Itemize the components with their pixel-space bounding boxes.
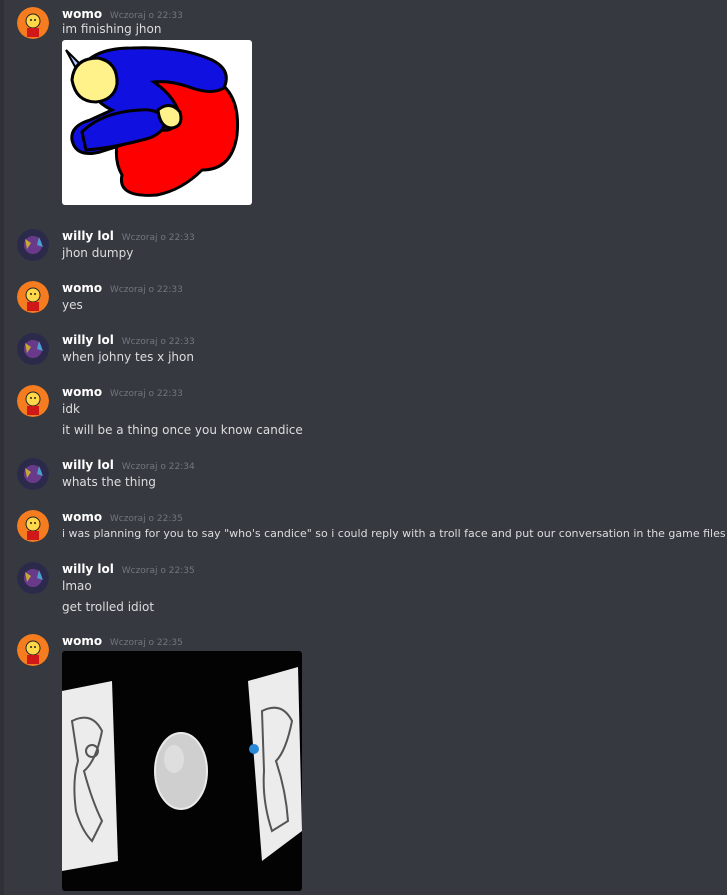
message-text: jhon dumpy (62, 246, 134, 260)
timestamp[interactable]: Wczoraj o 22:35 (122, 566, 195, 576)
message-text: yes (62, 298, 83, 312)
message-text: get trolled idiot (62, 600, 155, 614)
avatar-willy[interactable] (17, 562, 49, 594)
image-attachment-jhon-drawing[interactable] (62, 40, 252, 205)
timestamp[interactable]: Wczoraj o 22:33 (110, 11, 183, 21)
message-header: womo Wczoraj o 22:33 (62, 281, 183, 295)
message-header: womo Wczoraj o 22:35 (62, 510, 183, 524)
username[interactable]: willy lol (62, 229, 114, 243)
message-text: lmao (62, 579, 92, 593)
message-header: willy lol Wczoraj o 22:35 (62, 562, 195, 576)
timestamp[interactable]: Wczoraj o 22:33 (122, 337, 195, 347)
timestamp[interactable]: Wczoraj o 22:33 (110, 389, 183, 399)
username[interactable]: womo (62, 7, 102, 21)
timestamp[interactable]: Wczoraj o 22:33 (122, 233, 195, 243)
message-text: im finishing jhon (62, 22, 162, 36)
sidebar-edge (0, 0, 4, 895)
message-text: it will be a thing once you know candice (62, 423, 303, 437)
username[interactable]: willy lol (62, 333, 114, 347)
message-header: womo Wczoraj o 22:33 (62, 385, 183, 399)
avatar-womo[interactable] (17, 510, 49, 542)
message-header: womo Wczoraj o 22:35 (62, 634, 183, 648)
message-header: womo Wczoraj o 22:33 (62, 7, 183, 21)
message-text: whats the thing (62, 475, 156, 489)
jhon-drawing-image (62, 40, 252, 205)
avatar-womo[interactable] (17, 385, 49, 417)
message-header: willy lol Wczoraj o 22:33 (62, 333, 195, 347)
username[interactable]: willy lol (62, 458, 114, 472)
message-header: willy lol Wczoraj o 22:34 (62, 458, 195, 472)
timestamp[interactable]: Wczoraj o 22:33 (110, 285, 183, 295)
egg-image (62, 651, 302, 891)
timestamp[interactable]: Wczoraj o 22:35 (110, 638, 183, 648)
avatar-womo[interactable] (17, 7, 49, 39)
timestamp[interactable]: Wczoraj o 22:35 (110, 514, 183, 524)
chat-log: womo Wczoraj o 22:33 im finishing jhon w… (0, 0, 727, 895)
message-header: willy lol Wczoraj o 22:33 (62, 229, 195, 243)
username[interactable]: womo (62, 385, 102, 399)
avatar-womo[interactable] (17, 281, 49, 313)
username[interactable]: womo (62, 281, 102, 295)
message-text: i was planning for you to say "who's can… (62, 527, 726, 540)
username[interactable]: womo (62, 510, 102, 524)
avatar-willy[interactable] (17, 458, 49, 490)
image-attachment-egg[interactable] (62, 651, 302, 891)
username[interactable]: willy lol (62, 562, 114, 576)
timestamp[interactable]: Wczoraj o 22:34 (122, 462, 195, 472)
username[interactable]: womo (62, 634, 102, 648)
avatar-womo[interactable] (17, 634, 49, 666)
message-text: when johny tes x jhon (62, 350, 194, 364)
avatar-willy[interactable] (17, 229, 49, 261)
avatar-willy[interactable] (17, 333, 49, 365)
message-text: idk (62, 402, 80, 416)
